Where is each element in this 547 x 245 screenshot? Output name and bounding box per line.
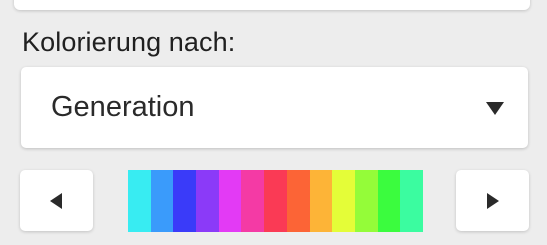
palette-swatch bbox=[377, 170, 401, 232]
coloring-dropdown[interactable]: Generation bbox=[21, 67, 528, 148]
palette-swatch bbox=[332, 170, 355, 232]
coloring-panel: Kolorierung nach: Generation bbox=[0, 0, 547, 245]
palette-swatch bbox=[264, 170, 287, 232]
palette-swatch bbox=[150, 170, 174, 232]
coloring-label: Kolorierung nach: bbox=[22, 27, 236, 57]
previous-palette-button[interactable] bbox=[20, 170, 93, 231]
palette-swatch bbox=[241, 170, 265, 232]
palette-swatch bbox=[128, 170, 151, 232]
palette-swatch bbox=[286, 170, 310, 232]
panel-card-above bbox=[14, 0, 530, 10]
palette-swatch bbox=[173, 170, 197, 232]
palette-swatch bbox=[218, 170, 242, 232]
caret-down-icon bbox=[486, 102, 504, 115]
palette-swatch bbox=[400, 170, 423, 232]
palette-swatch bbox=[309, 170, 333, 232]
next-palette-button[interactable] bbox=[456, 170, 529, 231]
color-palette[interactable] bbox=[128, 170, 423, 232]
caret-right-icon bbox=[487, 193, 499, 209]
palette-swatch bbox=[196, 170, 219, 232]
palette-swatch bbox=[354, 170, 378, 232]
caret-left-icon bbox=[50, 193, 62, 209]
dropdown-selected-value: Generation bbox=[51, 91, 195, 123]
